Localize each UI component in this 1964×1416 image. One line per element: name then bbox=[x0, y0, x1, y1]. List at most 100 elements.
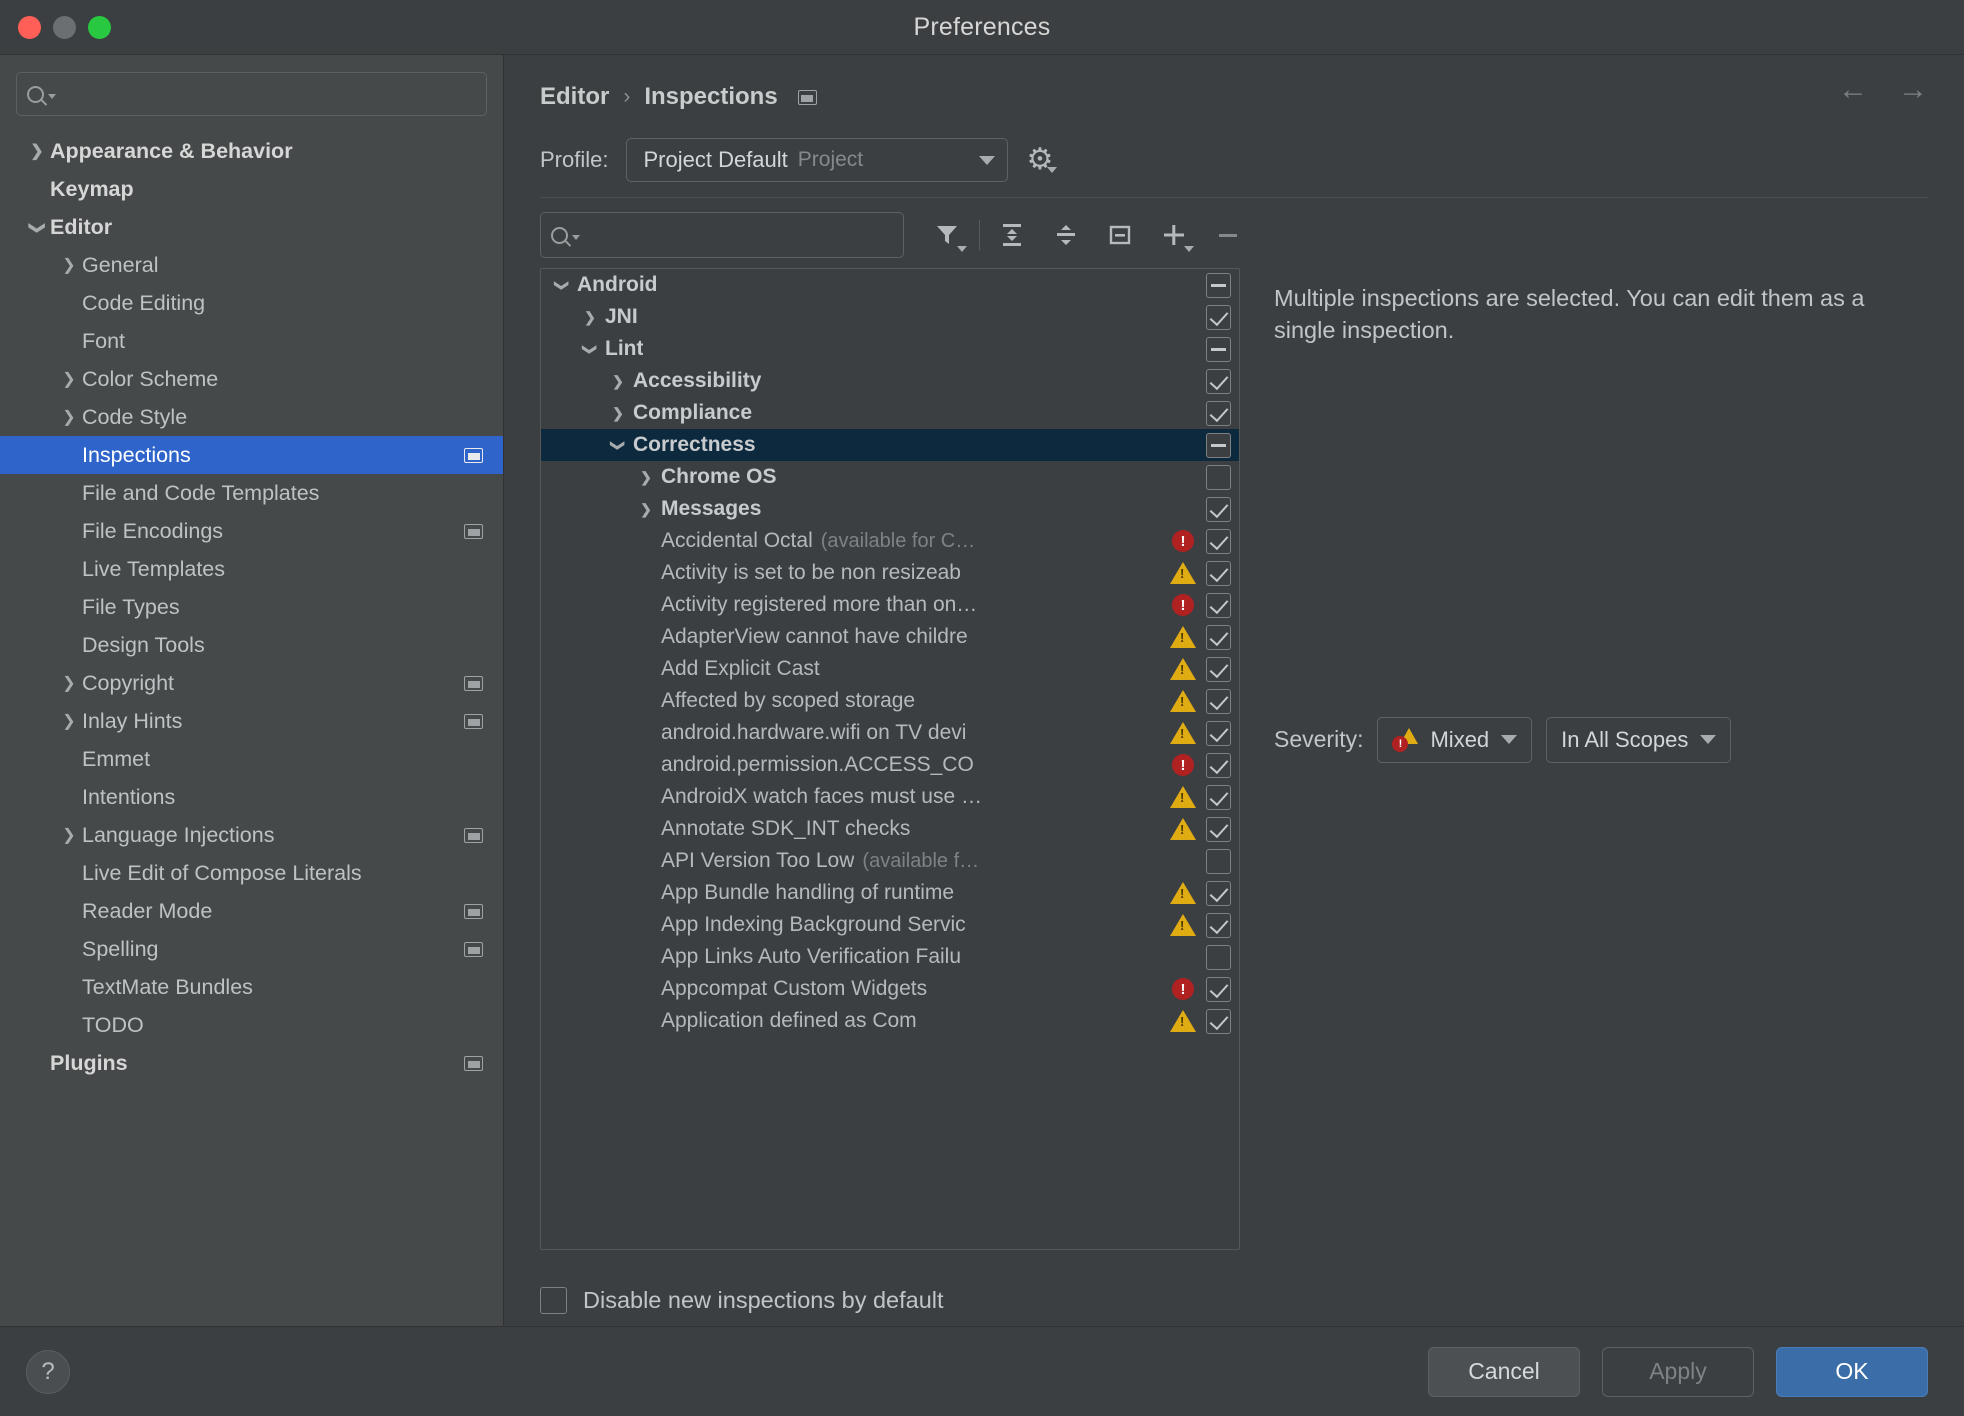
tree-row[interactable]: API Version Too Low (available f… bbox=[541, 845, 1239, 877]
tree-row-checkbox[interactable] bbox=[1206, 496, 1231, 522]
chevron-right-icon[interactable] bbox=[603, 405, 633, 422]
tree-row[interactable]: App Bundle handling of runtime bbox=[541, 877, 1239, 909]
tree-row-checkbox[interactable] bbox=[1206, 848, 1231, 874]
tree-row-checkbox[interactable] bbox=[1206, 272, 1231, 298]
scope-select[interactable]: In All Scopes bbox=[1546, 716, 1732, 763]
sidebar-item-emmet[interactable]: Emmet bbox=[0, 740, 503, 778]
tree-row-checkbox[interactable] bbox=[1206, 688, 1231, 714]
chevron-right-icon[interactable] bbox=[603, 373, 633, 390]
sidebar-item-code-style[interactable]: Code Style bbox=[0, 398, 503, 436]
back-arrow-icon[interactable]: ← bbox=[1838, 75, 1868, 105]
sidebar-item-file-types[interactable]: File Types bbox=[0, 588, 503, 626]
cancel-button[interactable]: Cancel bbox=[1428, 1346, 1580, 1397]
breadcrumb-parent[interactable]: Editor bbox=[540, 83, 609, 111]
tree-row[interactable]: android.permission.ACCESS_CO! bbox=[541, 749, 1239, 781]
inspection-search-input[interactable] bbox=[540, 212, 904, 258]
tree-row[interactable]: Chrome OS bbox=[541, 461, 1239, 493]
sidebar-item-file-and-code-templates[interactable]: File and Code Templates bbox=[0, 474, 503, 512]
chevron-right-icon[interactable] bbox=[631, 501, 661, 518]
tree-row-checkbox[interactable] bbox=[1206, 752, 1231, 778]
tree-row-checkbox[interactable] bbox=[1206, 720, 1231, 746]
show-only-enabled-button[interactable] bbox=[1093, 212, 1147, 258]
chevron-right-icon[interactable] bbox=[56, 408, 82, 426]
zoom-window-button[interactable] bbox=[88, 15, 111, 39]
disable-new-inspections-checkbox[interactable] bbox=[540, 1286, 567, 1314]
chevron-right-icon[interactable] bbox=[56, 370, 82, 388]
tree-row[interactable]: Add Explicit Cast bbox=[541, 653, 1239, 685]
expand-all-button[interactable] bbox=[985, 212, 1039, 258]
profile-settings-button[interactable]: ⚙ bbox=[1026, 145, 1058, 175]
tree-row-checkbox[interactable] bbox=[1206, 528, 1231, 554]
sidebar-item-general[interactable]: General bbox=[0, 246, 503, 284]
help-button[interactable]: ? bbox=[26, 1349, 70, 1394]
sidebar-item-inspections[interactable]: Inspections bbox=[0, 436, 503, 474]
sidebar-item-keymap[interactable]: Keymap bbox=[0, 170, 503, 208]
sidebar-item-textmate-bundles[interactable]: TextMate Bundles bbox=[0, 968, 503, 1006]
sidebar-item-font[interactable]: Font bbox=[0, 322, 503, 360]
sidebar-search-box[interactable] bbox=[16, 72, 487, 116]
sidebar-item-file-encodings[interactable]: File Encodings bbox=[0, 512, 503, 550]
tree-row[interactable]: Accessibility bbox=[541, 365, 1239, 397]
tree-row[interactable]: Activity registered more than on…! bbox=[541, 589, 1239, 621]
chevron-right-icon[interactable] bbox=[575, 309, 605, 326]
tree-row-checkbox[interactable] bbox=[1206, 816, 1231, 842]
tree-row-checkbox[interactable] bbox=[1206, 912, 1231, 938]
sidebar-item-editor[interactable]: Editor bbox=[0, 208, 503, 246]
tree-row[interactable]: Correctness bbox=[541, 429, 1239, 461]
sidebar-item-reader-mode[interactable]: Reader Mode bbox=[0, 892, 503, 930]
tree-row-checkbox[interactable] bbox=[1206, 880, 1231, 906]
chevron-right-icon[interactable] bbox=[24, 142, 50, 160]
sidebar-item-intentions[interactable]: Intentions bbox=[0, 778, 503, 816]
tree-row-checkbox[interactable] bbox=[1206, 944, 1231, 970]
search-dropdown-icon[interactable] bbox=[572, 235, 580, 240]
chevron-right-icon[interactable] bbox=[56, 256, 82, 274]
tree-row-checkbox[interactable] bbox=[1206, 624, 1231, 650]
tree-row-checkbox[interactable] bbox=[1206, 976, 1231, 1002]
search-dropdown-icon[interactable] bbox=[48, 94, 56, 99]
sidebar-item-live-edit-of-compose-literals[interactable]: Live Edit of Compose Literals bbox=[0, 854, 503, 892]
inspections-tree[interactable]: Android JNI Lint Accessibility Compliance Cor… bbox=[540, 268, 1240, 1250]
tree-row-checkbox[interactable] bbox=[1206, 400, 1231, 426]
filter-button[interactable] bbox=[920, 212, 974, 258]
tree-row-checkbox[interactable] bbox=[1206, 432, 1231, 458]
chevron-down-icon[interactable] bbox=[603, 437, 633, 454]
sidebar-item-live-templates[interactable]: Live Templates bbox=[0, 550, 503, 588]
sidebar-item-spelling[interactable]: Spelling bbox=[0, 930, 503, 968]
tree-row-checkbox[interactable] bbox=[1206, 336, 1231, 362]
tree-row[interactable]: Activity is set to be non resizeab bbox=[541, 557, 1239, 589]
tree-row-checkbox[interactable] bbox=[1206, 656, 1231, 682]
tree-row[interactable]: android.hardware.wifi on TV devi bbox=[541, 717, 1239, 749]
tree-row[interactable]: Affected by scoped storage bbox=[541, 685, 1239, 717]
chevron-down-icon[interactable] bbox=[547, 277, 577, 294]
apply-button[interactable]: Apply bbox=[1602, 1346, 1754, 1397]
sidebar-item-color-scheme[interactable]: Color Scheme bbox=[0, 360, 503, 398]
add-button[interactable] bbox=[1147, 212, 1201, 258]
chevron-right-icon[interactable] bbox=[56, 712, 82, 730]
tree-row-checkbox[interactable] bbox=[1206, 464, 1231, 490]
tree-row[interactable]: Android bbox=[541, 269, 1239, 301]
tree-row[interactable]: AndroidX watch faces must use … bbox=[541, 781, 1239, 813]
tree-row-checkbox[interactable] bbox=[1206, 304, 1231, 330]
chevron-down-icon[interactable] bbox=[575, 341, 605, 358]
severity-select[interactable]: ! Mixed bbox=[1377, 716, 1533, 763]
chevron-right-icon[interactable] bbox=[56, 826, 82, 844]
tree-row[interactable]: Accidental Octal (available for C…! bbox=[541, 525, 1239, 557]
tree-row-checkbox[interactable] bbox=[1206, 784, 1231, 810]
tree-row[interactable]: Compliance bbox=[541, 397, 1239, 429]
tree-row[interactable]: App Links Auto Verification Failu bbox=[541, 941, 1239, 973]
sidebar-item-todo[interactable]: TODO bbox=[0, 1006, 503, 1044]
tree-row-checkbox[interactable] bbox=[1206, 1008, 1231, 1034]
sidebar-item-copyright[interactable]: Copyright bbox=[0, 664, 503, 702]
remove-button[interactable] bbox=[1201, 212, 1255, 258]
sidebar-item-code-editing[interactable]: Code Editing bbox=[0, 284, 503, 322]
tree-row[interactable]: Lint bbox=[541, 333, 1239, 365]
close-window-button[interactable] bbox=[18, 15, 41, 39]
sidebar-item-design-tools[interactable]: Design Tools bbox=[0, 626, 503, 664]
sidebar-item-appearance-behavior[interactable]: Appearance & Behavior bbox=[0, 132, 503, 170]
profile-select[interactable]: Project Default Project bbox=[626, 138, 1009, 182]
tree-row[interactable]: Appcompat Custom Widgets! bbox=[541, 973, 1239, 1005]
tree-row[interactable]: Annotate SDK_INT checks bbox=[541, 813, 1239, 845]
sidebar-item-language-injections[interactable]: Language Injections bbox=[0, 816, 503, 854]
tree-row[interactable]: JNI bbox=[541, 301, 1239, 333]
tree-row-checkbox[interactable] bbox=[1206, 368, 1231, 394]
